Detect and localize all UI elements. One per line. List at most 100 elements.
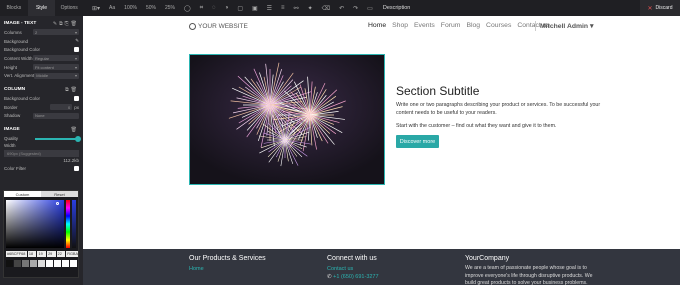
code-icon[interactable]: ▭ [367, 5, 373, 12]
grid-icon[interactable]: ⊞▾ [92, 5, 100, 12]
border-unit: px [74, 104, 79, 110]
blue-input[interactable]: 29 [47, 251, 56, 257]
column-background-color-swatch[interactable] [74, 95, 79, 101]
description-field[interactable]: Description [383, 5, 411, 11]
tab-blocks[interactable]: Blocks [0, 0, 28, 16]
square-icon[interactable]: ▢ [237, 5, 243, 12]
font-size-tool[interactable]: Aa [109, 5, 115, 11]
menu-item-courses[interactable]: Courses [486, 22, 511, 29]
zoom-100-tool[interactable]: 100% [124, 5, 137, 11]
site-menu: Home Shop Events Forum Blog Courses Cont… [368, 22, 556, 29]
menu-item-forum[interactable]: Forum [441, 22, 461, 29]
columns-select[interactable]: 2 ▾ [33, 29, 79, 36]
quality-row: Quality [0, 134, 83, 143]
section-actions-icon[interactable]: ✎⧉⎘🗑 [53, 21, 79, 27]
flip-icon[interactable]: ◑ [225, 5, 229, 11]
color-mode[interactable]: RGBA [66, 251, 78, 257]
undo-icon[interactable]: ↶ [339, 5, 344, 12]
swatch[interactable] [70, 260, 77, 267]
redo-icon[interactable]: ↷ [353, 5, 358, 12]
wand-icon[interactable]: ✦ [308, 5, 313, 12]
swatch[interactable] [6, 260, 13, 267]
footer-col-products: Our Products & Services Home [189, 255, 266, 272]
site-logo[interactable]: YOUR WEBSITE [189, 23, 248, 30]
zoom-25-tool[interactable]: 25% [165, 5, 175, 11]
width-row: Width [0, 143, 83, 149]
crop-icon[interactable]: ⌗ [200, 5, 203, 12]
height-row: Height Fit content ▾ [0, 63, 83, 72]
section-subtitle[interactable]: Section Subtitle [396, 84, 479, 98]
menu-item-home[interactable]: Home [368, 22, 386, 29]
delete-icon[interactable]: 🗑 [71, 127, 79, 133]
footer-phone[interactable]: ✆ +1 (650) 691-3277 [327, 274, 379, 280]
circle-icon[interactable]: ◯ [184, 5, 191, 12]
user-menu[interactable]: Mitchell Admin ▾ [540, 22, 593, 30]
trash-icon[interactable]: ⌫ [322, 5, 330, 12]
content-width-select[interactable]: Regular ▾ [33, 55, 79, 62]
section-title: IMAGE - TEXT [4, 21, 37, 26]
width-select[interactable]: 690px (Suggested) [4, 149, 79, 157]
discard-label: Discard [655, 5, 673, 11]
saturation-value-area[interactable] [6, 200, 64, 248]
footer-link-contact[interactable]: Contact us [327, 266, 379, 272]
menu-item-events[interactable]: Events [414, 22, 435, 29]
shadow-select[interactable]: None [33, 112, 79, 119]
tab-options[interactable]: Options [55, 0, 83, 16]
green-input[interactable]: 19 [37, 251, 47, 257]
paragraph-1[interactable]: Write one or two paragraphs describing y… [396, 101, 601, 117]
menu-divider [535, 21, 536, 31]
background-color-swatch[interactable] [74, 47, 79, 53]
border-input[interactable]: 0 [50, 104, 73, 111]
footer-company-text: We are a team of passionate people whose… [465, 265, 593, 286]
rotate-icon[interactable]: ◌ [212, 5, 216, 11]
color-swatches [6, 260, 78, 267]
align-left-icon[interactable]: ☰ [267, 5, 272, 12]
tab-custom[interactable]: Custom [4, 191, 41, 197]
swatch[interactable] [22, 260, 29, 267]
slider-handle[interactable] [75, 135, 81, 142]
globe-icon [189, 23, 196, 30]
menu-item-blog[interactable]: Blog [466, 22, 480, 29]
editor-topbar: Blocks Style Options ⊞▾ Aa 100% 50% 25% … [0, 0, 680, 16]
red-input[interactable]: 18 [27, 251, 37, 257]
zoom-50-tool[interactable]: 50% [146, 5, 156, 11]
tab-reset[interactable]: Reset [41, 191, 78, 197]
background-label: Background [4, 38, 29, 44]
edit-background-icon[interactable]: ✎ [75, 38, 79, 44]
color-filter-row: Color Filter [0, 164, 83, 173]
vert-alignment-select[interactable]: Middle ▾ [34, 72, 79, 79]
swatch[interactable] [62, 260, 69, 267]
menu-item-shop[interactable]: Shop [392, 22, 408, 29]
tab-style[interactable]: Style [27, 0, 56, 16]
section-actions-icon[interactable]: ⧉🗑 [65, 87, 79, 93]
swatch[interactable] [14, 260, 21, 267]
swatch[interactable] [38, 260, 45, 267]
fireworks-image[interactable] [189, 54, 385, 185]
discard-button[interactable]: ✕ Discard [640, 0, 680, 16]
link-icon[interactable]: ⚯ [294, 5, 299, 12]
color-cursor[interactable] [56, 202, 59, 205]
align-center-icon[interactable]: ≡ [281, 5, 285, 11]
footer-heading: Connect with us [327, 255, 377, 262]
swatch[interactable] [54, 260, 61, 267]
swatch[interactable] [46, 260, 53, 267]
footer-link-home[interactable]: Home [189, 266, 266, 272]
section-image-text: IMAGE - TEXT ✎⧉⎘🗑 [0, 19, 83, 28]
image-icon[interactable]: ▣ [252, 5, 258, 12]
fireworks-illustration [190, 55, 384, 184]
sidebar-tabs: Blocks Style Options [0, 0, 83, 16]
paragraph-2[interactable]: Start with the customer – find out what … [396, 122, 601, 130]
editor-toolbar: ⊞▾ Aa 100% 50% 25% ◯ ⌗ ◌ ◑ ▢ ▣ ☰ ≡ ⚯ ✦ ⌫… [83, 0, 680, 16]
hex-input[interactable]: #6BCFF68 [6, 251, 27, 257]
hue-slider[interactable] [66, 200, 70, 248]
vert-alignment-row: Vert. Alignment Middle ▾ [0, 71, 83, 80]
alpha-input[interactable]: 22 [56, 251, 66, 257]
discover-more-button[interactable]: Discover more [396, 135, 439, 148]
color-filter-swatch[interactable] [74, 165, 79, 171]
background-color-row: Background Color [0, 45, 83, 54]
quality-slider[interactable] [35, 135, 81, 142]
color-picker: Custom Reset #6BCFF68 18 19 29 22 RGBA [3, 190, 79, 278]
opacity-slider[interactable] [72, 200, 76, 248]
height-select[interactable]: Fit content ▾ [33, 64, 79, 71]
swatch[interactable] [30, 260, 37, 267]
